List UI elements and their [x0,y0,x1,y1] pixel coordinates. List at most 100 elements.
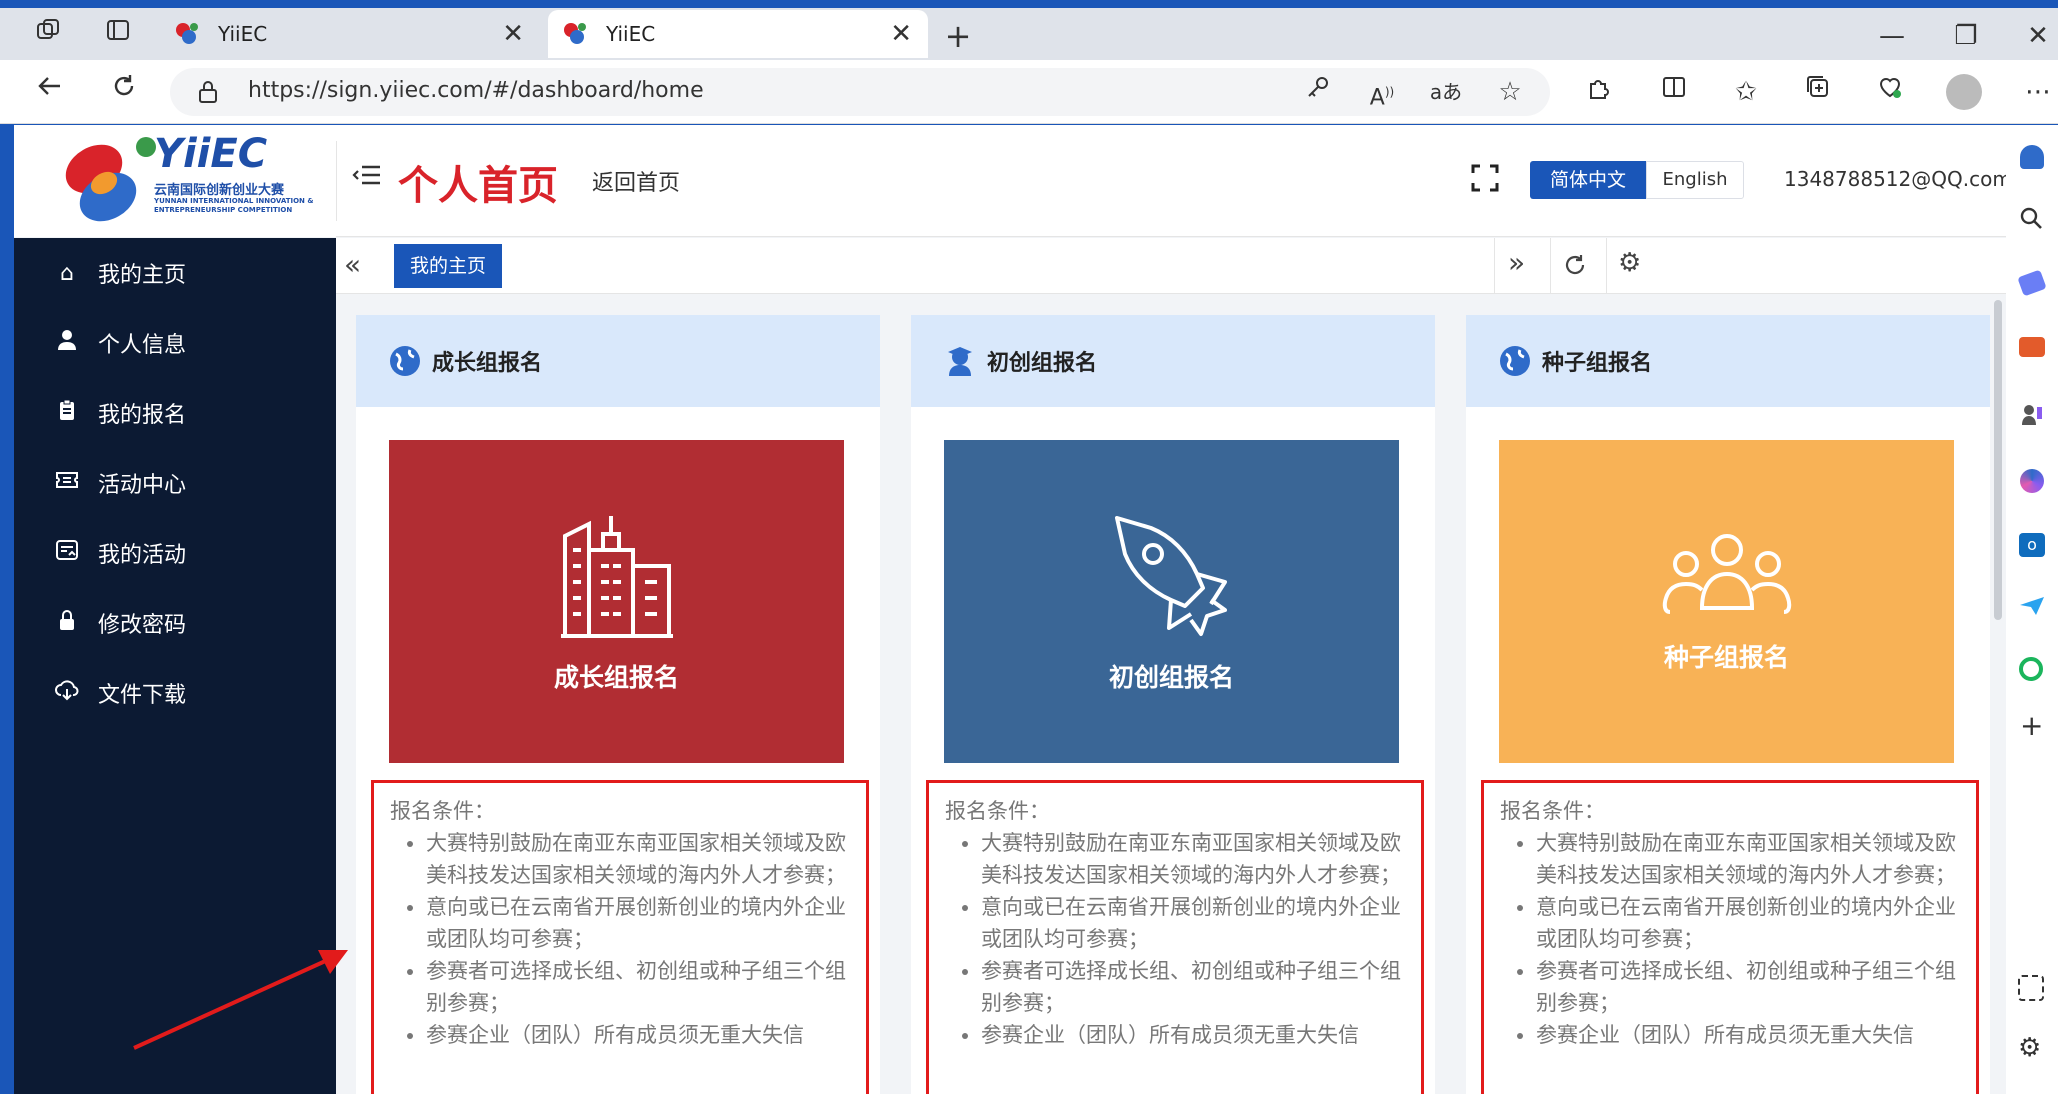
lock-icon[interactable] [196,78,220,110]
lang-en-button[interactable]: English [1646,161,1744,199]
favorite-star-icon[interactable]: ☆ [1490,72,1530,112]
favorites-icon[interactable]: ✩ [1726,72,1766,112]
browser-essentials-icon[interactable] [1870,72,1910,112]
form-icon [52,399,82,427]
add-panel-icon[interactable]: + [2020,709,2043,742]
fullscreen-icon[interactable] [1470,163,1500,197]
collapse-menu-icon[interactable] [352,161,382,193]
card-image-button[interactable]: 初创组报名 [944,440,1399,763]
card-header: 成长组报名 [356,315,880,407]
tab-strip-divider [1550,238,1551,294]
sidebar-item-change-password[interactable]: 修改密码 [14,588,336,658]
tab-strip-divider [1494,238,1495,294]
translate-icon[interactable]: aあ [1426,72,1466,112]
browser-side-panel: o + ⚙ [2006,125,2058,1094]
url-text[interactable]: https://sign.yiiec.com/#/dashboard/home [248,78,704,103]
card-image-label: 成长组报名 [553,662,679,692]
more-menu-icon[interactable]: ⋯ [2018,72,2058,112]
sidebar-settings-icon[interactable]: ⚙ [2018,1033,2041,1063]
tab-strip-divider [1606,238,1607,294]
user-icon [52,329,82,357]
copilot-icon[interactable] [2020,469,2044,493]
condition-item: 意向或已在云南省开展创新创业的境内外企业或团队均可参赛； [426,891,850,955]
conditions-title: 报名条件： [1500,799,1605,823]
logo: YiiEC 云南国际创新创业大赛 YUNNAN INTERNATIONAL IN… [14,125,336,237]
minimize-button[interactable]: — [1872,16,1912,56]
globe-icon [1500,346,1530,376]
scroll-left-icon[interactable]: « [344,248,361,281]
browser-tab-1[interactable]: YiiEC ✕ [160,10,540,58]
building-icon [560,515,673,638]
refresh-icon[interactable] [104,72,144,112]
refresh-tab-icon[interactable] [1562,252,1588,282]
tab-actions-icon[interactable] [98,16,138,56]
people-icon [1662,533,1791,614]
lang-zh-button[interactable]: 简体中文 [1530,161,1646,199]
yiiec-favicon-icon [176,23,198,44]
extensions-icon[interactable] [1578,72,1618,112]
conditions-list: 大赛特别鼓励在南亚东南亚国家相关领域及欧美科技发达国家相关领域的海内外人才参赛；… [1500,827,1960,1051]
search-icon[interactable] [2018,205,2044,237]
condition-item: 大赛特别鼓励在南亚东南亚国家相关领域及欧美科技发达国家相关领域的海内外人才参赛； [426,827,850,891]
page-title: 个人首页 [398,163,558,209]
sidebar-item-file-download[interactable]: 文件下载 [14,658,336,728]
restore-button[interactable]: ❐ [1946,16,1986,56]
home-icon: ⌂ [60,260,74,286]
card-image-button[interactable]: 种子组报名 [1499,440,1954,763]
outlook-icon[interactable]: o [2019,533,2045,557]
sidebar-item-registrations[interactable]: 我的报名 [14,378,336,448]
close-tab-icon[interactable]: ✕ [502,19,524,49]
conditions-list: 大赛特别鼓励在南亚东南亚国家相关领域及欧美科技发达国家相关领域的海内外人才参赛；… [945,827,1405,1051]
header-divider [336,141,337,221]
card-header-title: 种子组报名 [1542,351,1653,376]
card-image-button[interactable]: 成长组报名 [389,440,844,763]
close-tab-icon[interactable]: ✕ [890,19,912,49]
logo-brand-text: YiiEC [154,131,268,177]
key-icon[interactable] [1298,72,1338,112]
sidebar-item-label: 我的报名 [98,403,187,428]
sidebar-item-profile[interactable]: 个人信息 [14,308,336,378]
card-image-label: 种子组报名 [1663,642,1789,672]
profile-avatar[interactable] [1946,74,1982,110]
collections-icon[interactable] [1798,72,1838,112]
condition-item: 大赛特别鼓励在南亚东南亚国家相关领域及欧美科技发达国家相关领域的海内外人才参赛； [981,827,1405,891]
new-tab-button[interactable]: + [938,16,978,56]
workspaces-icon[interactable] [28,16,68,56]
send-icon[interactable] [2018,595,2046,617]
back-home-link[interactable]: 返回首页 [592,165,680,197]
notification-bell-icon[interactable] [2020,145,2044,169]
condition-item: 参赛者可选择成长组、初创组或种子组三个组别参赛； [426,955,850,1019]
sidebar-item-activity-center[interactable]: 活动中心 [14,448,336,518]
page-scrollbar[interactable] [1994,300,2002,620]
settings-gear-icon[interactable]: ⚙ [1618,248,1641,278]
sidebar-item-label: 活动中心 [98,473,187,498]
conditions-title: 报名条件： [945,799,1050,823]
read-aloud-icon[interactable]: A)) [1362,72,1402,112]
ticket-icon [52,470,82,496]
logo-cn-text: 云南国际创新创业大赛 [154,183,285,198]
sidebar-item-home[interactable]: ⌂ 我的主页 [14,238,336,308]
condition-item: 意向或已在云南省开展创新创业的境内外企业或团队均可参赛； [1536,891,1960,955]
scroll-right-icon[interactable]: » [1508,246,1525,279]
conditions-list: 大赛特别鼓励在南亚东南亚国家相关领域及欧美科技发达国家相关领域的海内外人才参赛；… [390,827,850,1051]
card-seed: 种子组报名 种子组报名 报名条件： 大赛特别鼓励在南亚东南亚国家相关领域及欧美科… [1466,315,1990,1094]
conditions-box: 报名条件： 大赛特别鼓励在南亚东南亚国家相关领域及欧美科技发达国家相关领域的海内… [926,780,1424,1094]
conditions-box: 报名条件： 大赛特别鼓励在南亚东南亚国家相关领域及欧美科技发达国家相关领域的海内… [371,780,869,1094]
back-arrow-icon[interactable] [30,72,70,112]
office-icon[interactable] [2019,657,2043,681]
tab-title: YiiEC [218,22,268,46]
annotation-arrow [133,950,348,1050]
tools-icon[interactable] [2019,337,2045,357]
sidebar-item-my-activities[interactable]: 我的活动 [14,518,336,588]
close-window-button[interactable]: ✕ [2018,16,2058,56]
condition-item: 参赛者可选择成长组、初创组或种子组三个组别参赛； [1536,955,1960,1019]
tab-my-home[interactable]: 我的主页 [394,244,502,288]
screenshot-icon[interactable] [2018,975,2044,1001]
split-screen-icon[interactable] [1654,72,1694,112]
user-email[interactable]: 1348788512@QQ.com [1784,167,2006,191]
games-icon[interactable] [2020,403,2044,427]
card-image-label: 初创组报名 [1108,662,1234,692]
browser-tab-2[interactable]: YiiEC ✕ [548,10,928,58]
conditions-title: 报名条件： [390,799,495,823]
shopping-tag-icon[interactable] [2017,269,2047,297]
